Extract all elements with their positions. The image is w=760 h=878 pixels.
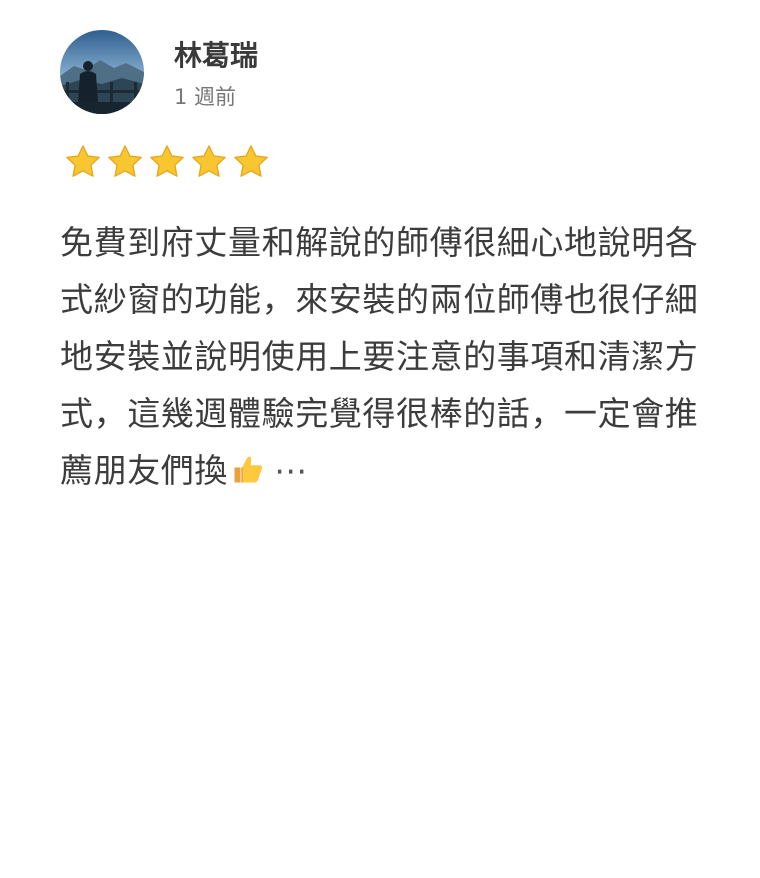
more-button[interactable]: ⋯	[274, 451, 308, 490]
star-rating	[64, 143, 270, 183]
review-text: 免費到府丈量和解說的師傅很細心地說明各式紗窗的功能，來安裝的兩位師傅也很仔細地安…	[60, 214, 710, 499]
thumbs-up-icon	[234, 456, 263, 483]
star-icon	[108, 145, 142, 177]
reviewer-name[interactable]: 林葛瑞	[174, 38, 258, 74]
review-card: 林葛瑞 1 週前 免費到府丈量和解說的師傅很細心地說明各式紗窗的功能，來安裝的兩…	[0, 0, 760, 878]
reviewer-avatar[interactable]	[60, 30, 144, 114]
star-icon	[234, 145, 268, 177]
review-body: 免費到府丈量和解說的師傅很細心地說明各式紗窗的功能，來安裝的兩位師傅也很仔細地安…	[60, 223, 699, 490]
star-icon	[66, 145, 100, 177]
avatar-photo	[60, 30, 144, 114]
star-icon	[150, 145, 184, 177]
review-time: 1 週前	[174, 85, 237, 109]
star-icon	[192, 145, 226, 177]
